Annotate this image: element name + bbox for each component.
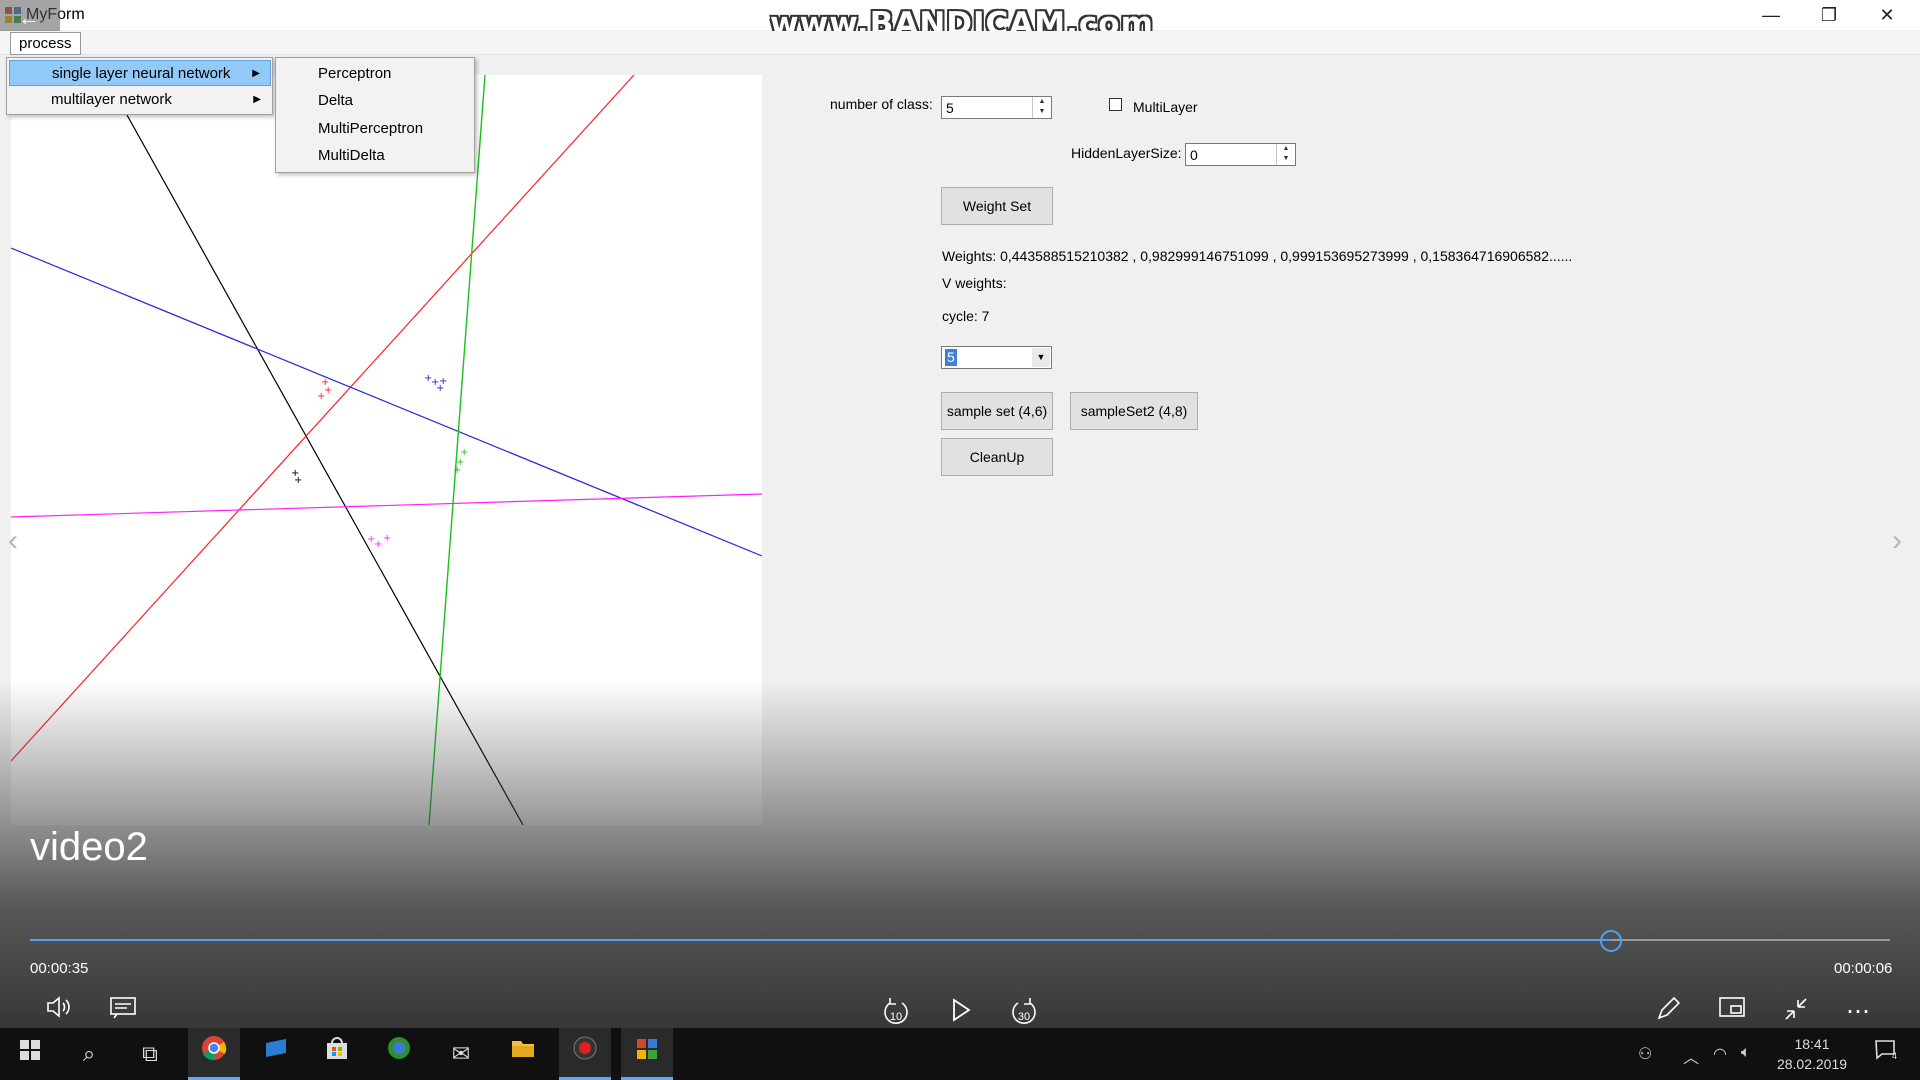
v-weights-text: V weights: xyxy=(942,275,1007,291)
weights-text: Weights: 0,443588515210382 , 0,982999146… xyxy=(942,248,1573,264)
title-bar: MyForm ← www.BANDICAM.com — ❐ ✕ xyxy=(0,0,1920,42)
cleanup-button[interactable]: CleanUp xyxy=(941,438,1053,476)
subtitles-icon[interactable] xyxy=(103,995,143,1029)
volume-icon[interactable] xyxy=(40,995,80,1029)
previous-icon[interactable]: ‹ xyxy=(8,524,18,558)
skip-back-amount: 10 xyxy=(890,1011,902,1023)
spin-down-icon[interactable]: ▼ xyxy=(1033,107,1051,117)
sample-points-black: ++ xyxy=(291,468,302,486)
hidden-layer-stepper[interactable]: 0 ▲ ▼ xyxy=(1185,143,1296,166)
remaining-time: 00:00:06 xyxy=(1834,960,1893,977)
sample-points-blue: ++++ xyxy=(424,373,447,394)
notification-count: 4 xyxy=(1892,1051,1897,1061)
taskbar: ⌕ ⧉ ✉ ⚇ ︿ ◠ 🔈︎ 18:41 28.02.2019 4 xyxy=(0,1028,1920,1080)
svg-text:+: + xyxy=(294,475,302,486)
sample-set-button[interactable]: sample set (4,6) xyxy=(941,392,1053,430)
multilayer-checkbox[interactable] xyxy=(1109,98,1122,111)
pen-icon[interactable] xyxy=(1648,995,1688,1029)
skip-back-icon[interactable]: 10 xyxy=(876,995,916,1029)
menu-item-single-layer[interactable]: single layer neural network ▶ xyxy=(9,60,271,86)
sample-set2-button[interactable]: sampleSet2 (4,8) xyxy=(1070,392,1198,430)
submenu-item-delta[interactable]: Delta xyxy=(276,87,474,114)
cycle-text: cycle: 7 xyxy=(942,308,990,324)
class-count-label: number of class: xyxy=(830,96,933,112)
video-controls-overlay xyxy=(0,680,1920,1028)
restore-button[interactable]: ❐ xyxy=(1800,0,1858,30)
exit-fullscreen-icon[interactable] xyxy=(1776,995,1816,1029)
class-select-combo[interactable]: 5 ▼ xyxy=(941,346,1052,369)
hidden-layer-spin[interactable]: ▲ ▼ xyxy=(1276,144,1295,165)
skip-forward-amount: 30 xyxy=(1018,1011,1030,1023)
svg-text:+: + xyxy=(439,376,447,387)
mail-icon[interactable]: ✉ xyxy=(435,1028,487,1080)
submenu-arrow-icon: ▶ xyxy=(252,68,260,79)
menu-item-multilayer[interactable]: multilayer network ▶ xyxy=(9,87,271,113)
next-icon[interactable]: › xyxy=(1892,524,1902,558)
remote-desktop-icon[interactable] xyxy=(250,1028,302,1080)
svg-text:+: + xyxy=(453,465,461,476)
people-icon[interactable]: ⚇ xyxy=(1638,1044,1652,1064)
seek-progress xyxy=(30,939,1611,941)
network-icon[interactable]: ◠ xyxy=(1713,1044,1727,1064)
notifications-icon[interactable]: 4 xyxy=(1860,1028,1910,1080)
more-options-icon[interactable]: ⋯ xyxy=(1838,995,1878,1029)
chrome-icon[interactable] xyxy=(188,1028,240,1080)
volume-tray-icon[interactable]: 🔈︎ xyxy=(1741,1044,1751,1062)
play-icon[interactable] xyxy=(940,995,980,1029)
submenu-item-perceptron[interactable]: Perceptron xyxy=(276,60,474,87)
decision-line-blue xyxy=(10,247,763,557)
hidden-layer-label: HiddenLayerSize: xyxy=(1071,145,1182,161)
menu-process[interactable]: process xyxy=(10,32,81,55)
sample-points-green: +++ xyxy=(453,447,468,476)
task-view-icon[interactable]: ⧉ xyxy=(124,1028,176,1080)
menu-item-label: multilayer network xyxy=(51,91,172,108)
elapsed-time: 00:00:35 xyxy=(30,960,89,977)
video-title: video2 xyxy=(30,825,148,869)
submenu-item-multiperceptron[interactable]: MultiPerceptron xyxy=(276,115,474,142)
clock-time: 18:41 xyxy=(1794,1036,1830,1052)
skip-forward-icon[interactable]: 30 xyxy=(1004,995,1044,1029)
bandicam-icon[interactable] xyxy=(559,1028,611,1080)
svg-text:+: + xyxy=(321,377,329,388)
show-hidden-icons-icon[interactable]: ︿ xyxy=(1683,1044,1699,1068)
multilayer-label: MultiLayer xyxy=(1133,99,1198,115)
decision-line-magenta xyxy=(10,493,763,518)
store-icon[interactable] xyxy=(311,1028,363,1080)
submenu-item-multidelta[interactable]: MultiDelta xyxy=(276,142,474,169)
close-button[interactable]: ✕ xyxy=(1858,0,1916,30)
edge-icon[interactable] xyxy=(373,1028,425,1080)
menu-item-label: single layer neural network xyxy=(52,65,231,82)
single-layer-submenu: Perceptron Delta MultiPerceptron MultiDe… xyxy=(275,57,475,173)
minimize-button[interactable]: — xyxy=(1742,0,1800,30)
taskbar-clock[interactable]: 18:41 28.02.2019 xyxy=(1772,1034,1852,1074)
windows-start-icon[interactable] xyxy=(4,1028,56,1080)
clock-date: 28.02.2019 xyxy=(1776,1056,1848,1072)
class-count-stepper[interactable]: 5 ▲ ▼ xyxy=(941,96,1052,119)
hidden-layer-value: 0 xyxy=(1190,147,1198,163)
spin-down-icon[interactable]: ▼ xyxy=(1277,154,1295,164)
file-explorer-icon[interactable] xyxy=(497,1028,549,1080)
class-count-value: 5 xyxy=(946,100,954,116)
svg-text:+: + xyxy=(383,533,391,544)
class-count-spin[interactable]: ▲ ▼ xyxy=(1032,97,1051,118)
submenu-arrow-icon: ▶ xyxy=(253,94,261,105)
sample-points-red: +++ xyxy=(317,377,332,402)
decision-line-red xyxy=(10,74,635,762)
svg-text:+: + xyxy=(374,539,382,550)
mini-view-icon[interactable] xyxy=(1712,995,1752,1029)
spin-up-icon[interactable]: ▲ xyxy=(1033,97,1051,107)
sample-points-magenta: +++ xyxy=(367,533,391,550)
menu-bar: process xyxy=(0,31,1920,55)
combo-arrow-icon[interactable]: ▼ xyxy=(1032,348,1050,367)
seek-thumb[interactable] xyxy=(1600,930,1622,952)
search-icon[interactable]: ⌕ xyxy=(63,1028,115,1080)
combo-selected-value: 5 xyxy=(945,349,957,366)
process-dropdown: single layer neural network ▶ multilayer… xyxy=(6,57,273,115)
weight-set-button[interactable]: Weight Set xyxy=(941,187,1053,225)
spin-up-icon[interactable]: ▲ xyxy=(1277,144,1295,154)
myform-app-icon[interactable] xyxy=(621,1028,673,1080)
